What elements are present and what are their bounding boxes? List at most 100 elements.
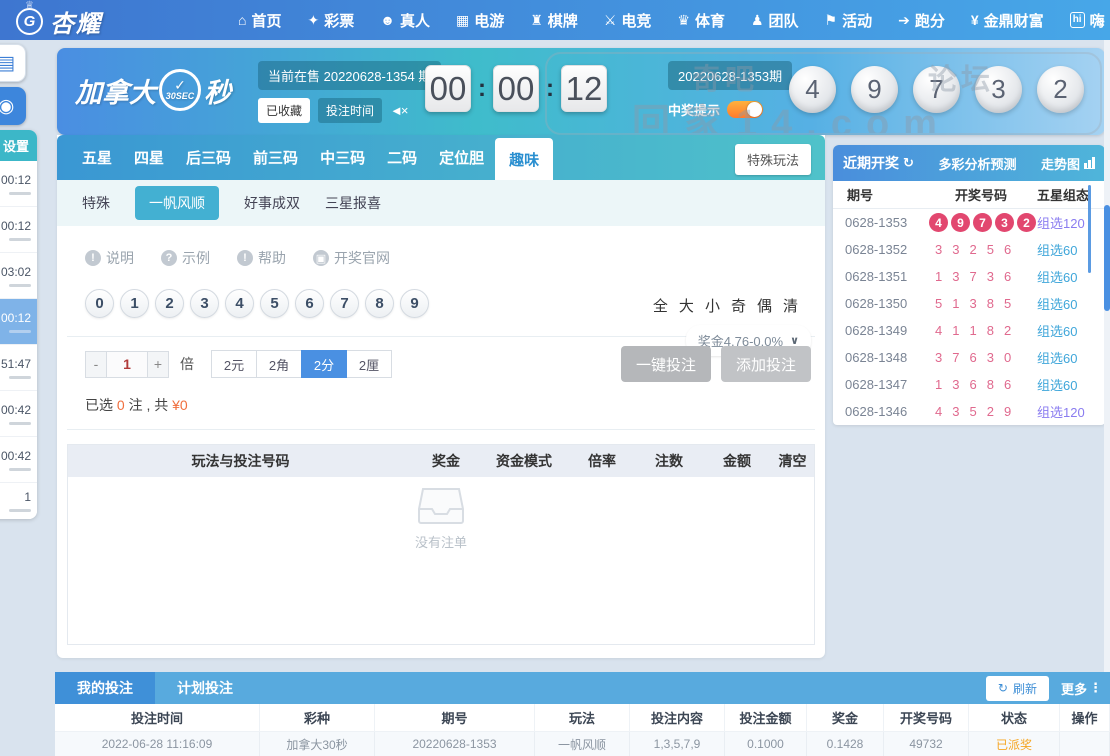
- sub-tab-3[interactable]: 好事成双: [244, 193, 300, 213]
- nav-item-promo[interactable]: ⚑ 活动: [825, 10, 873, 31]
- quick-pick-小[interactable]: 小: [705, 295, 720, 316]
- sidebar-lottery-item[interactable]: 00:42: [0, 391, 37, 437]
- quick-pick-偶[interactable]: 偶: [757, 295, 772, 316]
- quick-pick-全[interactable]: 全: [653, 295, 668, 316]
- quick-pick-清[interactable]: 清: [783, 295, 798, 316]
- play-tab-6[interactable]: 二码: [376, 135, 428, 180]
- multiplier-plus-button[interactable]: +: [147, 350, 169, 378]
- nav-item-hi[interactable]: hi 嗨: [1069, 10, 1105, 31]
- nav-item-paofen[interactable]: ➔ 跑分: [898, 10, 945, 31]
- unit-button-1[interactable]: 2元: [211, 350, 257, 378]
- nav-item-boardgames[interactable]: ♜ 棋牌: [530, 10, 578, 31]
- sidebar-lottery-item[interactable]: 00:42: [0, 437, 37, 483]
- sub-tab-2[interactable]: 一帆风顺: [135, 186, 219, 220]
- sub-tab-4[interactable]: 三星报喜: [325, 193, 381, 213]
- help-link-帮助[interactable]: ! 帮助: [237, 248, 286, 268]
- number-ball-0[interactable]: 0: [85, 289, 114, 318]
- game-logo: 加拿大 ✓ 30SEC 秒: [75, 69, 231, 111]
- sidebar-lottery-item[interactable]: 00:12: [0, 161, 37, 207]
- sidebar-lottery-item[interactable]: 1: [0, 483, 37, 519]
- one-key-bet-button[interactable]: 一键投注: [621, 346, 711, 382]
- sidebar-lottery-item[interactable]: 00:12: [0, 299, 37, 345]
- unit-button-4[interactable]: 2厘: [346, 350, 392, 378]
- panel-scrollbar[interactable]: [1088, 185, 1091, 273]
- favorited-button[interactable]: 已收藏: [258, 98, 311, 123]
- current-sale-block: 当前在售 20220628-1354 期 已收藏 投注时间 ◄×: [258, 61, 442, 123]
- number-ball-9[interactable]: 9: [400, 289, 429, 318]
- slip-col-清空[interactable]: 清空: [771, 451, 814, 471]
- number-ball-8[interactable]: 8: [365, 289, 394, 318]
- scrollbar-thumb[interactable]: [1104, 205, 1110, 311]
- refresh-button[interactable]: ↻ 刷新: [985, 675, 1049, 701]
- number-ball-4[interactable]: 4: [225, 289, 254, 318]
- site-logo[interactable]: ♕ G 杏耀: [16, 1, 102, 39]
- draw-type-link[interactable]: 组选60: [1037, 375, 1105, 394]
- number-ball-6[interactable]: 6: [295, 289, 324, 318]
- draw-numbers: 41182: [925, 323, 1037, 338]
- multiplier-minus-button[interactable]: -: [85, 350, 107, 378]
- draw-type-link[interactable]: 组选60: [1037, 321, 1105, 340]
- sidebar-lottery-item[interactable]: 03:02: [0, 253, 37, 299]
- nav-item-egames[interactable]: ▦ 电游: [456, 10, 504, 31]
- nav-item-sports[interactable]: ♛ 体育: [677, 10, 725, 31]
- quick-pick-大[interactable]: 大: [679, 295, 694, 316]
- play-tab-3[interactable]: 后三码: [175, 135, 242, 180]
- game-name-prefix: 加拿大: [75, 77, 156, 108]
- sidebar-settings-button[interactable]: 设置: [0, 130, 37, 161]
- number-ball-2[interactable]: 2: [155, 289, 184, 318]
- tab-my-bets[interactable]: 我的投注: [55, 672, 155, 704]
- tab-plan-bets[interactable]: 计划投注: [155, 672, 255, 704]
- mute-icon[interactable]: ◄×: [390, 103, 409, 118]
- draw-type-link[interactable]: 组选120: [1037, 213, 1105, 232]
- bet-time-button[interactable]: 投注时间: [318, 98, 383, 123]
- special-play-button[interactable]: 特殊玩法: [734, 144, 811, 175]
- play-tab-4[interactable]: 前三码: [242, 135, 309, 180]
- draw-type-link[interactable]: 组选120: [1037, 402, 1105, 421]
- draw-digit: 5: [935, 296, 943, 311]
- win-tip-toggle[interactable]: [727, 101, 764, 118]
- unit-button-3[interactable]: 2分: [301, 350, 347, 378]
- number-ball-1[interactable]: 1: [120, 289, 149, 318]
- play-tab-5[interactable]: 中三码: [309, 135, 376, 180]
- help-link-说明[interactable]: ! 说明: [85, 248, 134, 268]
- help-icon: !: [85, 250, 101, 266]
- nav-item-esports[interactable]: ⚔ 电竞: [604, 10, 652, 31]
- nav-item-lottery[interactable]: ✦ 彩票: [307, 10, 354, 31]
- tab-recent-draws[interactable]: 近期开奖 ↻: [843, 153, 914, 173]
- draw-issue: 0628-1346: [845, 404, 908, 419]
- draw-type-link[interactable]: 组选60: [1037, 267, 1105, 286]
- float-icon-top[interactable]: ▤: [0, 44, 26, 82]
- draw-type-link[interactable]: 组选60: [1037, 348, 1105, 367]
- nav-item-wealth[interactable]: ¥ 金鼎财富: [971, 10, 1044, 31]
- float-icon-bottom[interactable]: ◉: [0, 87, 26, 125]
- draw-type-link[interactable]: 组选60: [1037, 294, 1105, 313]
- play-tab-7[interactable]: 定位胆: [428, 135, 495, 180]
- help-link-示例[interactable]: ? 示例: [161, 248, 210, 268]
- draw-type-link[interactable]: 组选60: [1037, 240, 1105, 259]
- multiplier-value[interactable]: 1: [107, 350, 147, 378]
- nav-item-live-casino[interactable]: ☻ 真人: [380, 10, 430, 31]
- sidebar-lottery-item[interactable]: 51:47: [0, 345, 37, 391]
- more-button[interactable]: 更多 ⋮: [1061, 679, 1102, 698]
- tab-trend-chart[interactable]: 走势图: [1041, 154, 1095, 173]
- play-tab-2[interactable]: 四星: [123, 135, 175, 180]
- quick-pick-奇[interactable]: 奇: [731, 295, 746, 316]
- help-link-开奖官网[interactable]: ▣ 开奖官网: [313, 248, 390, 268]
- page-scrollbar[interactable]: [1104, 40, 1110, 672]
- unit-button-2[interactable]: 2角: [256, 350, 302, 378]
- add-bet-button[interactable]: 添加投注: [721, 346, 811, 382]
- number-ball-3[interactable]: 3: [190, 289, 219, 318]
- number-ball-7[interactable]: 7: [330, 289, 359, 318]
- nav-item-team[interactable]: ♟ 团队: [751, 10, 799, 31]
- play-tabbar: 五星 四星 后三码 前三码 中三码 二码 定位胆 趣味: [57, 135, 825, 180]
- play-tab-8[interactable]: 趣味: [495, 138, 554, 180]
- countdown-hours: 00: [425, 65, 471, 112]
- nav-item-home[interactable]: ⌂ 首页: [238, 10, 281, 31]
- tab-analysis-prediction[interactable]: 多彩分析预测: [938, 154, 1016, 173]
- sidebar-lottery-item[interactable]: 00:12: [0, 207, 37, 253]
- play-tab-1[interactable]: 五星: [71, 135, 123, 180]
- refresh-icon[interactable]: ↻: [903, 155, 914, 171]
- sub-tab-1[interactable]: 特殊: [82, 193, 110, 213]
- number-ball-5[interactable]: 5: [260, 289, 289, 318]
- lottery-progress-bar: [9, 191, 31, 195]
